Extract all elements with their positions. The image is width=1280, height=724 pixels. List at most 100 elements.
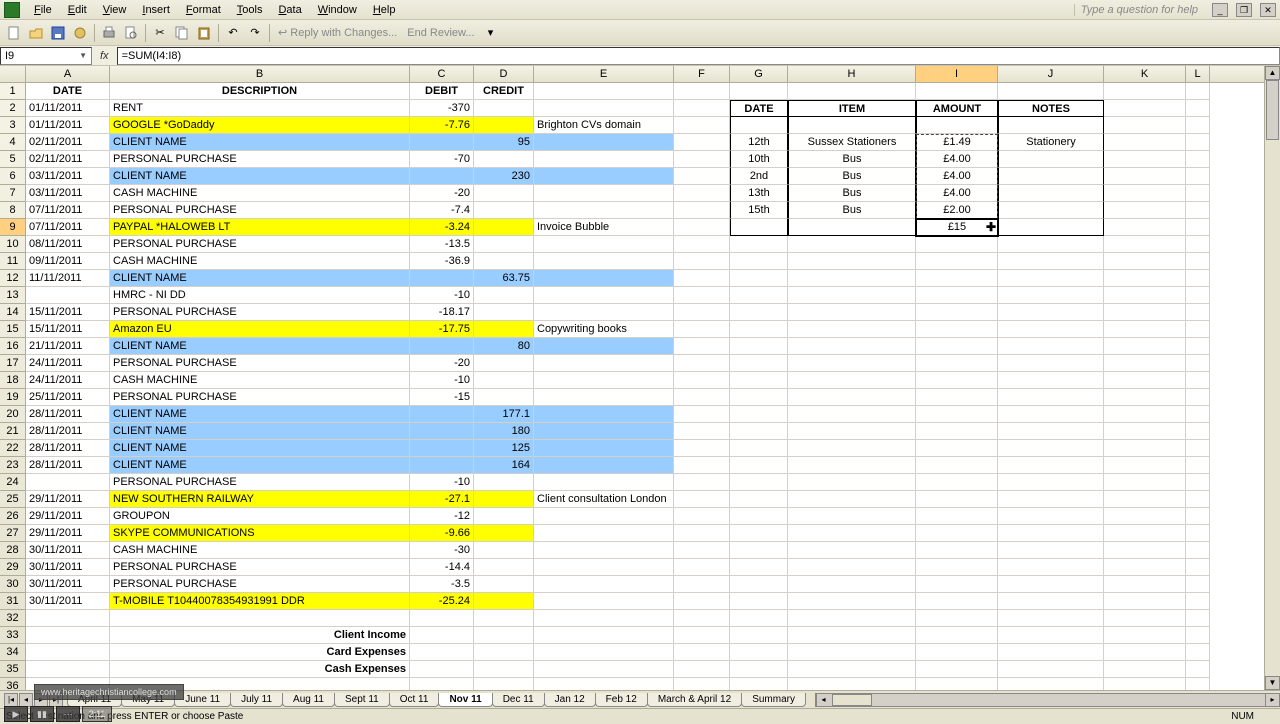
cell-C18[interactable]: -10 bbox=[410, 372, 474, 389]
cell-F30[interactable] bbox=[674, 576, 730, 593]
cell-K33[interactable] bbox=[1104, 627, 1186, 644]
col-header-C[interactable]: C bbox=[410, 66, 474, 82]
cell-A22[interactable]: 28/11/2011 bbox=[26, 440, 110, 457]
cell-J1[interactable] bbox=[998, 83, 1104, 100]
cell-L25[interactable] bbox=[1186, 491, 1210, 508]
cell-K31[interactable] bbox=[1104, 593, 1186, 610]
cell-B27[interactable]: SKYPE COMMUNICATIONS bbox=[110, 525, 410, 542]
cell-D16[interactable]: 80 bbox=[474, 338, 534, 355]
cell-L20[interactable] bbox=[1186, 406, 1210, 423]
cell-D10[interactable] bbox=[474, 236, 534, 253]
col-header-E[interactable]: E bbox=[534, 66, 674, 82]
cell-B20[interactable]: CLIENT NAME bbox=[110, 406, 410, 423]
sheet-tab[interactable]: Nov 11 bbox=[438, 693, 492, 707]
copy-icon[interactable] bbox=[172, 23, 192, 43]
cell-B7[interactable]: CASH MACHINE bbox=[110, 185, 410, 202]
scroll-thumb[interactable] bbox=[1266, 80, 1279, 140]
cell-A27[interactable]: 29/11/2011 bbox=[26, 525, 110, 542]
close-button[interactable]: ✕ bbox=[1260, 3, 1276, 17]
sheet-tab[interactable]: Jan 12 bbox=[544, 693, 596, 707]
cell-F13[interactable] bbox=[674, 287, 730, 304]
cell-A3[interactable]: 01/11/2011 bbox=[26, 117, 110, 134]
cell-C27[interactable]: -9.66 bbox=[410, 525, 474, 542]
cell-I19[interactable] bbox=[916, 389, 998, 406]
cell-J30[interactable] bbox=[998, 576, 1104, 593]
cell-C17[interactable]: -20 bbox=[410, 355, 474, 372]
cell-I31[interactable] bbox=[916, 593, 998, 610]
cell-D17[interactable] bbox=[474, 355, 534, 372]
cell-I35[interactable] bbox=[916, 661, 998, 678]
cell-L26[interactable] bbox=[1186, 508, 1210, 525]
cell-K16[interactable] bbox=[1104, 338, 1186, 355]
cell-K4[interactable] bbox=[1104, 134, 1186, 151]
cell-L11[interactable] bbox=[1186, 253, 1210, 270]
cell-G28[interactable] bbox=[730, 542, 788, 559]
cell-K3[interactable] bbox=[1104, 117, 1186, 134]
cell-B21[interactable]: CLIENT NAME bbox=[110, 423, 410, 440]
cell-E14[interactable] bbox=[534, 304, 674, 321]
cell-D26[interactable] bbox=[474, 508, 534, 525]
cell-E8[interactable] bbox=[534, 202, 674, 219]
cell-G7[interactable]: 13th bbox=[730, 185, 788, 202]
cell-F10[interactable] bbox=[674, 236, 730, 253]
cell-B3[interactable]: GOOGLE *GoDaddy bbox=[110, 117, 410, 134]
cell-D14[interactable] bbox=[474, 304, 534, 321]
cell-E22[interactable] bbox=[534, 440, 674, 457]
cell-H26[interactable] bbox=[788, 508, 916, 525]
cell-H22[interactable] bbox=[788, 440, 916, 457]
row-header-12[interactable]: 12 bbox=[0, 270, 25, 287]
name-box[interactable]: I9▼ bbox=[0, 47, 92, 65]
cell-H29[interactable] bbox=[788, 559, 916, 576]
cell-L7[interactable] bbox=[1186, 185, 1210, 202]
cell-I29[interactable] bbox=[916, 559, 998, 576]
cell-I15[interactable] bbox=[916, 321, 998, 338]
cell-H27[interactable] bbox=[788, 525, 916, 542]
cell-D20[interactable]: 177.1 bbox=[474, 406, 534, 423]
cell-J11[interactable] bbox=[998, 253, 1104, 270]
cell-L24[interactable] bbox=[1186, 474, 1210, 491]
row-header-34[interactable]: 34 bbox=[0, 644, 25, 661]
cell-C30[interactable]: -3.5 bbox=[410, 576, 474, 593]
cell-E12[interactable] bbox=[534, 270, 674, 287]
cell-J10[interactable] bbox=[998, 236, 1104, 253]
cell-L34[interactable] bbox=[1186, 644, 1210, 661]
cell-L9[interactable] bbox=[1186, 219, 1210, 236]
permission-icon[interactable] bbox=[70, 23, 90, 43]
cell-J35[interactable] bbox=[998, 661, 1104, 678]
scroll-up-icon[interactable]: ▲ bbox=[1265, 66, 1280, 80]
cell-H32[interactable] bbox=[788, 610, 916, 627]
cell-F6[interactable] bbox=[674, 168, 730, 185]
row-header-17[interactable]: 17 bbox=[0, 355, 25, 372]
cell-J22[interactable] bbox=[998, 440, 1104, 457]
cell-K19[interactable] bbox=[1104, 389, 1186, 406]
cell-F1[interactable] bbox=[674, 83, 730, 100]
cell-G18[interactable] bbox=[730, 372, 788, 389]
row-header-11[interactable]: 11 bbox=[0, 253, 25, 270]
menu-tools[interactable]: Tools bbox=[229, 2, 271, 18]
cell-F25[interactable] bbox=[674, 491, 730, 508]
menu-format[interactable]: Format bbox=[178, 2, 229, 18]
cell-C1[interactable]: DEBIT bbox=[410, 83, 474, 100]
cell-L30[interactable] bbox=[1186, 576, 1210, 593]
cell-I22[interactable] bbox=[916, 440, 998, 457]
cell-E23[interactable] bbox=[534, 457, 674, 474]
cell-C9[interactable]: -3.24 bbox=[410, 219, 474, 236]
cell-H10[interactable] bbox=[788, 236, 916, 253]
cell-F8[interactable] bbox=[674, 202, 730, 219]
cell-D3[interactable] bbox=[474, 117, 534, 134]
cell-I16[interactable] bbox=[916, 338, 998, 355]
cell-D22[interactable]: 125 bbox=[474, 440, 534, 457]
cell-F3[interactable] bbox=[674, 117, 730, 134]
cell-E34[interactable] bbox=[534, 644, 674, 661]
cell-L23[interactable] bbox=[1186, 457, 1210, 474]
row-header-32[interactable]: 32 bbox=[0, 610, 25, 627]
cell-C28[interactable]: -30 bbox=[410, 542, 474, 559]
cell-E1[interactable] bbox=[534, 83, 674, 100]
cell-C23[interactable] bbox=[410, 457, 474, 474]
cell-I20[interactable] bbox=[916, 406, 998, 423]
cell-D30[interactable] bbox=[474, 576, 534, 593]
cell-C35[interactable] bbox=[410, 661, 474, 678]
cell-L27[interactable] bbox=[1186, 525, 1210, 542]
cell-K14[interactable] bbox=[1104, 304, 1186, 321]
cell-H31[interactable] bbox=[788, 593, 916, 610]
